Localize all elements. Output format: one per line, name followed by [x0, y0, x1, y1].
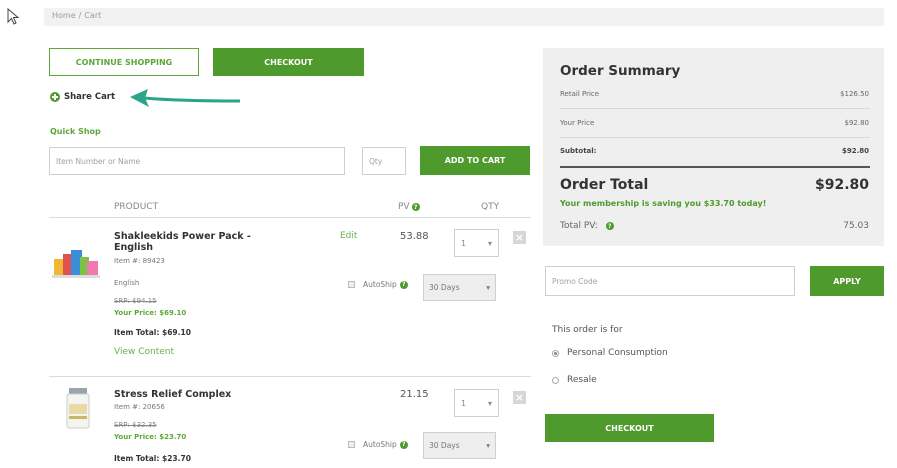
radio-button-selected[interactable]: [552, 349, 559, 357]
order-summary-title: Order Summary: [560, 63, 681, 79]
item-2-autoship-interval-select[interactable]: 30 Days ▾: [423, 432, 496, 459]
add-to-cart-button[interactable]: ADD TO CART: [420, 146, 530, 175]
item-1-your-price: Your Price: $69.10: [114, 309, 187, 317]
item-1-autoship[interactable]: AutoShip ?: [348, 280, 408, 289]
promo-code-input[interactable]: Promo Code: [545, 266, 795, 296]
total-pv-value: 75.03: [843, 221, 869, 231]
retail-price-label: Retail Price: [560, 90, 600, 98]
your-price-label: Your Price: [560, 119, 595, 127]
total-pv-label: Total PV:: [560, 221, 598, 231]
subtotal-value: $92.80: [841, 147, 869, 155]
plus-circle-icon: [50, 92, 60, 102]
interval-value: 30 Days: [429, 441, 460, 450]
mouse-pointer-icon: [7, 8, 20, 25]
share-cart-link[interactable]: Share Cart: [50, 92, 115, 102]
summary-divider: [560, 108, 870, 109]
apply-promo-button[interactable]: APPLY: [810, 266, 884, 296]
autoship-label: AutoShip: [363, 280, 397, 289]
item-1-total: Item Total: $69.10: [114, 328, 191, 337]
subtotal-label: Subtotal:: [560, 147, 597, 155]
item-divider: [49, 376, 531, 377]
item-2-autoship[interactable]: AutoShip ?: [348, 440, 408, 449]
item-2-number: Item #: 20656: [114, 403, 165, 411]
item-1-variant: English: [114, 279, 140, 287]
pv-header-label: PV: [398, 202, 410, 212]
item-1-remove-icon[interactable]: ×: [513, 231, 526, 244]
continue-shopping-button[interactable]: CONTINUE SHOPPING: [49, 48, 199, 76]
autoship-checkbox[interactable]: [348, 281, 355, 288]
breadcrumb-current: Cart: [84, 11, 102, 20]
retail-price-value: $126.50: [840, 90, 869, 98]
radio-button[interactable]: [552, 376, 559, 384]
item-2-srp: SRP: $32.35: [114, 421, 157, 429]
order-total-label: Order Total: [560, 177, 649, 193]
order-total-value: $92.80: [814, 177, 869, 193]
personal-consumption-label: Personal Consumption: [567, 348, 668, 358]
item-2-name[interactable]: Stress Relief Complex: [114, 389, 231, 400]
resale-label: Resale: [567, 375, 597, 385]
summary-total-divider: [560, 166, 870, 168]
help-icon[interactable]: ?: [411, 203, 420, 211]
item-1-pv: 53.88: [400, 231, 429, 242]
item-2-qty-value: 1: [461, 398, 467, 408]
breadcrumb-separator: /: [78, 11, 82, 20]
item-1-edit-link[interactable]: Edit: [340, 231, 357, 241]
item-2-pv: 21.15: [400, 389, 429, 400]
item-1-srp: SRP: $94.15: [114, 297, 157, 305]
quick-shop-title: Quick Shop: [50, 127, 101, 136]
item-1-qty-value: 1: [461, 238, 467, 248]
autoship-label: AutoShip: [363, 440, 397, 449]
chevron-down-icon: ▾: [486, 441, 490, 450]
view-content-link[interactable]: View Content: [114, 347, 174, 357]
summary-divider: [560, 137, 870, 138]
chevron-down-icon: ▾: [487, 398, 492, 408]
product-column-header: PRODUCT: [114, 202, 159, 212]
item-2-your-price: Your Price: $23.70: [114, 433, 187, 441]
item-search-input[interactable]: Item Number or Name: [49, 147, 345, 175]
breadcrumb: Home / Cart: [52, 11, 104, 20]
product-image-stress-relief[interactable]: [64, 388, 92, 430]
membership-savings-text: Your membership is saving you $33.70 tod…: [560, 199, 767, 208]
share-cart-label: Share Cart: [64, 92, 116, 102]
quick-qty-input[interactable]: Qty: [362, 147, 406, 175]
help-icon[interactable]: ?: [399, 280, 408, 289]
qty-column-header: QTY: [481, 202, 500, 212]
checkout-button-bottom[interactable]: CHECKOUT: [545, 414, 714, 442]
chevron-down-icon: ▾: [486, 283, 490, 292]
total-pv-row: Total PV: ?: [560, 221, 614, 231]
item-2-remove-icon[interactable]: ×: [513, 391, 526, 404]
help-icon[interactable]: ?: [399, 440, 408, 449]
help-icon[interactable]: ?: [605, 222, 614, 230]
item-1-name[interactable]: Shakleekids Power Pack - English: [114, 231, 264, 253]
item-1-qty-select[interactable]: 1 ▾: [454, 229, 499, 257]
autoship-checkbox[interactable]: [348, 441, 355, 448]
interval-value: 30 Days: [429, 283, 460, 292]
header-divider: [49, 217, 531, 218]
your-price-value: $92.80: [844, 119, 870, 127]
chevron-down-icon: ▾: [487, 238, 492, 248]
annotation-arrow-icon: [130, 89, 240, 107]
radio-resale[interactable]: Resale: [552, 375, 597, 385]
item-1-autoship-interval-select[interactable]: 30 Days ▾: [423, 274, 496, 301]
breadcrumb-bar: [44, 8, 884, 26]
pv-column-header: PV ?: [398, 202, 420, 212]
order-for-label: This order is for: [552, 325, 623, 335]
item-2-total: Item Total: $23.70: [114, 454, 191, 463]
radio-personal-consumption[interactable]: Personal Consumption: [552, 348, 668, 358]
item-1-number: Item #: 89423: [114, 257, 165, 265]
checkout-button-top[interactable]: CHECKOUT: [213, 48, 364, 76]
item-2-qty-select[interactable]: 1 ▾: [454, 389, 499, 417]
product-image-power-pack[interactable]: [52, 245, 100, 279]
breadcrumb-home[interactable]: Home: [52, 11, 76, 20]
